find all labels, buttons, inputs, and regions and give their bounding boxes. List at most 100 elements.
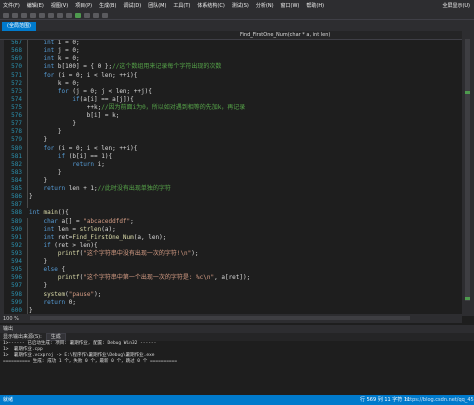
code-line[interactable]: 596 printf("这个字符串中第一个出现一次的字符是: %c\n", a[… — [0, 274, 250, 282]
menu-item-5[interactable]: 调试(D) — [123, 2, 141, 9]
line-number: 598 — [11, 290, 22, 298]
code-text: return 0; — [43, 298, 76, 306]
horizontal-scrollbar[interactable]: 100 % — [0, 314, 462, 323]
code-line[interactable]: 599 return 0; — [0, 299, 250, 307]
back-icon[interactable] — [3, 12, 9, 18]
code-line[interactable]: 571 for (i = 0; i < len; ++i){ — [0, 72, 250, 80]
code-line[interactable]: 593 printf("这个字符串中没有出现一次的字符!\n"); — [0, 250, 250, 258]
line-number: 572 — [11, 79, 22, 87]
menu-item-8[interactable]: 体系结构(C) — [197, 2, 224, 9]
code-editor[interactable]: 566int Find_FirstOne_Num(char* a, int le… — [0, 40, 462, 314]
vertical-scrollbar[interactable] — [462, 31, 474, 316]
open-file-icon[interactable] — [30, 12, 36, 18]
code-line[interactable]: 591 int ret=Find_FirstOne_Num(a, len); — [0, 234, 250, 242]
redo-icon[interactable] — [66, 12, 72, 18]
tab-global-scope[interactable]: (全局范围) — [2, 22, 36, 31]
code-line[interactable]: 582 return i; — [0, 161, 250, 169]
line-number: 570 — [11, 63, 22, 71]
code-line[interactable]: 594 } — [0, 258, 250, 266]
code-text: } — [29, 258, 48, 266]
code-line[interactable]: 590 int len = strlen(a); — [0, 226, 250, 234]
code-line[interactable]: 580 for (i = 0; i < len; ++i){ — [0, 145, 250, 153]
menu-bar: 文件(F) 编辑(E) 视图(V) 项目(P) 生成(B) 调试(D) 团队(M) 工具(T)… — [0, 0, 474, 11]
code-text: int j = 0; — [43, 47, 80, 55]
code-line[interactable]: 600} — [0, 307, 250, 314]
menu-item-11[interactable]: 窗口(W) — [281, 2, 300, 9]
comment-icon[interactable] — [93, 12, 99, 18]
code-text: int len = strlen(a); — [43, 225, 116, 233]
line-number: 583 — [11, 168, 22, 176]
output-text: 1>------ 已启动生成: 项目: 暑期作业, 配置: Debug Win3… — [0, 341, 474, 395]
menu-item-3[interactable]: 项目(P) — [75, 2, 92, 9]
line-number: 575 — [11, 103, 22, 111]
output-toolbar: 显示输出来源(S): 生成 — [0, 333, 474, 341]
horizontal-scroll-thumb[interactable] — [30, 316, 410, 320]
code-line[interactable]: 581 if (b[i] == 1){ — [0, 153, 250, 161]
line-number: 595 — [11, 266, 22, 274]
find-icon[interactable] — [84, 12, 90, 18]
start-debug-icon[interactable] — [75, 12, 81, 18]
undo-icon[interactable] — [57, 12, 63, 18]
cursor-position: 行 569 列 11 字符 11 — [360, 395, 410, 405]
code-line[interactable]: 570 int b[100] = { 0 };//这个数组用来记录每个字符出现的… — [0, 63, 250, 71]
code-line[interactable]: 578 } — [0, 128, 250, 136]
code-line[interactable]: 589 char a[] = "abcaceddfdf"; — [0, 218, 250, 226]
new-project-icon[interactable] — [21, 12, 27, 18]
save-icon[interactable] — [39, 12, 45, 18]
code-line[interactable]: 592 if (ret > len){ — [0, 242, 250, 250]
menu-item-1[interactable]: 编辑(E) — [27, 2, 44, 9]
line-number: 591 — [11, 233, 22, 241]
menu-item-2[interactable]: 视图(V) — [51, 2, 68, 9]
code-text: for (j = 0; j < len; ++j){ — [57, 87, 152, 95]
line-number: 600 — [11, 306, 22, 314]
code-line[interactable]: 574 if(a[i] == a[j]){ — [0, 96, 250, 104]
code-line[interactable]: 576 b[i] = k; — [0, 112, 250, 120]
code-text: } — [29, 176, 48, 184]
fullscreen-menu-item[interactable]: 全屏显示(U) — [442, 2, 470, 9]
menu-item-4[interactable]: 生成(B) — [99, 2, 116, 9]
code-line[interactable]: 586} — [0, 193, 250, 201]
code-line[interactable]: 577 } — [0, 120, 250, 128]
line-number: 578 — [11, 128, 22, 136]
line-number: 590 — [11, 225, 22, 233]
code-line[interactable]: 573 for (j = 0; j < len; ++j){ — [0, 88, 250, 96]
line-number: 588 — [11, 209, 22, 217]
code-line[interactable]: 597 } — [0, 282, 250, 290]
code-line[interactable]: 568 int j = 0; — [0, 47, 250, 55]
output-source-select[interactable]: 生成 — [45, 333, 66, 341]
code-line[interactable]: 587 — [0, 201, 250, 209]
menu-item-9[interactable]: 测试(S) — [232, 2, 249, 9]
code-line[interactable]: 598 system("pause"); — [0, 291, 250, 299]
code-text: printf("这个字符串中没有出现一次的字符!\n"); — [57, 249, 199, 257]
function-dropdown[interactable]: Find_FirstOne_Num(char * a, int len) — [240, 32, 330, 38]
menu-item-6[interactable]: 团队(M) — [148, 2, 166, 9]
zoom-level[interactable]: 100 % — [0, 316, 19, 322]
code-line[interactable]: 575 ++k;//因为前面i为0，所以如对遇到相等的先加k，再记录 — [0, 104, 250, 112]
navigation-bar: Find_FirstOne_Num(char * a, int len) — [0, 31, 468, 40]
code-line[interactable]: 584 } — [0, 177, 250, 185]
save-all-icon[interactable] — [48, 12, 54, 18]
document-tabs: (全局范围) — [0, 20, 474, 31]
code-line[interactable]: 579 } — [0, 136, 250, 144]
line-number: 579 — [11, 136, 22, 144]
code-line[interactable]: 588 int main(){ — [0, 209, 250, 217]
code-line[interactable]: 585 return len + 1;//此时没有出现单独的字符 — [0, 185, 250, 193]
line-number: 577 — [11, 120, 22, 128]
code-line[interactable]: 567 int i = 0; — [0, 40, 250, 47]
code-text: int b[100] = { 0 };//这个数组用来记录每个字符出现的次数 — [43, 63, 222, 71]
line-number: 599 — [11, 298, 22, 306]
menu-item-7[interactable]: 工具(T) — [173, 2, 190, 9]
menu-item-0[interactable]: 文件(F) — [3, 2, 20, 9]
output-source-label: 显示输出来源(S): — [3, 334, 42, 340]
menu-item-10[interactable]: 分析(N) — [256, 2, 274, 9]
forward-icon[interactable] — [12, 12, 18, 18]
scroll-thumb[interactable] — [465, 39, 470, 301]
code-line[interactable]: 572 k = 0; — [0, 80, 250, 88]
code-line[interactable]: 583 } — [0, 169, 250, 177]
line-number: 573 — [11, 87, 22, 95]
uncomment-icon[interactable] — [102, 12, 108, 18]
line-number: 568 — [11, 47, 22, 55]
code-text: k = 0; — [29, 79, 80, 87]
code-text: } — [29, 136, 48, 144]
menu-item-12[interactable]: 帮助(H) — [306, 2, 324, 9]
